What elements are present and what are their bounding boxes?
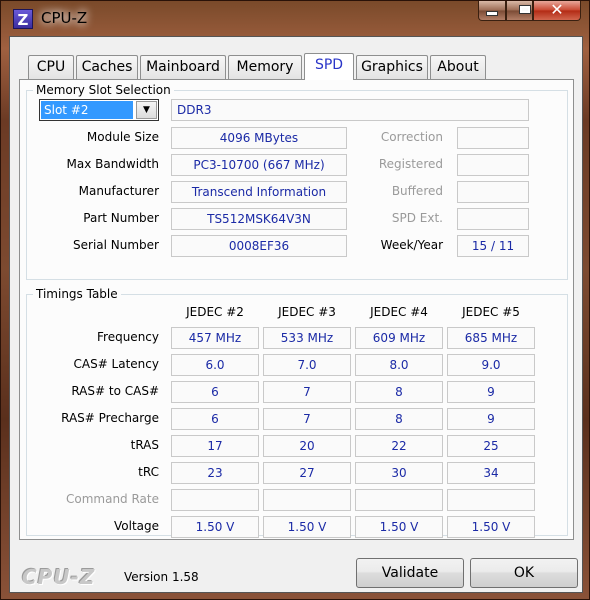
title-bar[interactable]: Z CPU-Z ✕ (1, 1, 590, 35)
serial-number-value: 0008EF36 (171, 235, 347, 257)
timing-cell: 9 (447, 381, 535, 403)
module-size-value: 4096 MBytes (171, 127, 347, 149)
buffered-value (457, 181, 529, 203)
window-title: CPU-Z (41, 9, 88, 27)
close-button[interactable]: ✕ (533, 1, 581, 21)
column-header: JEDEC #4 (370, 305, 428, 319)
minimize-button[interactable] (478, 1, 506, 21)
frequency-label: Frequency (97, 330, 159, 344)
correction-value (457, 127, 529, 149)
timing-cell: 23 (171, 462, 259, 484)
timing-cell (263, 489, 351, 511)
slot-select[interactable]: Slot #2 ▼ (39, 99, 159, 121)
trc-label: tRC (138, 465, 159, 479)
memory-slot-selection-title: Memory Slot Selection (33, 83, 174, 97)
slot-select-value: Slot #2 (41, 101, 133, 119)
ras-to-cas-label: RAS# to CAS# (71, 384, 159, 398)
timing-cell (355, 489, 443, 511)
spd-ext-label: SPD Ext. (391, 211, 443, 225)
tab-cpu[interactable]: CPU (28, 55, 74, 79)
validate-button[interactable]: Validate (356, 558, 464, 588)
manufacturer-label: Manufacturer (78, 184, 159, 198)
cpu-z-app-icon[interactable]: Z (13, 9, 33, 29)
column-header: JEDEC #3 (278, 305, 336, 319)
timing-cell: 6 (171, 381, 259, 403)
tab-about[interactable]: About (430, 55, 486, 79)
timing-cell: 533 MHz (263, 327, 351, 349)
timing-cell: 685 MHz (447, 327, 535, 349)
timing-cell (447, 489, 535, 511)
spd-panel: Memory Slot Selection Slot #2 ▼ DDR3 Mod… (19, 79, 574, 540)
part-number-label: Part Number (83, 211, 159, 225)
timing-cell: 6.0 (171, 354, 259, 376)
week-year-label: Week/Year (380, 238, 443, 252)
timing-cell: 1.50 V (171, 516, 259, 538)
timing-cell: 6 (171, 408, 259, 430)
tab-spd[interactable]: SPD (304, 53, 354, 80)
timing-cell: 30 (355, 462, 443, 484)
timing-cell: 1.50 V (263, 516, 351, 538)
timing-cell: 20 (263, 435, 351, 457)
tab-memory[interactable]: Memory (228, 55, 302, 79)
minimize-icon (486, 11, 498, 16)
timing-cell (171, 489, 259, 511)
chevron-down-icon[interactable]: ▼ (136, 101, 157, 119)
cpu-z-logo: CPU-Z (22, 565, 96, 589)
tab-graphics[interactable]: Graphics (356, 55, 428, 79)
timing-cell: 7.0 (263, 354, 351, 376)
voltage-label: Voltage (113, 519, 159, 533)
serial-number-label: Serial Number (73, 238, 159, 252)
column-header: JEDEC #2 (186, 305, 244, 319)
timing-cell: 8 (355, 381, 443, 403)
correction-label: Correction (380, 130, 443, 144)
memory-type-field: DDR3 (171, 99, 529, 121)
module-size-label: Module Size (86, 130, 159, 144)
timing-cell: 457 MHz (171, 327, 259, 349)
buffered-label: Buffered (391, 184, 443, 198)
client-area: CPU Caches Mainboard Memory SPD Graphics… (9, 36, 583, 593)
caption-buttons: ✕ (478, 1, 581, 23)
ras-precharge-label: RAS# Precharge (61, 411, 159, 425)
max-bandwidth-value: PC3-10700 (667 MHz) (171, 154, 347, 176)
timing-cell: 8 (355, 408, 443, 430)
command-rate-label: Command Rate (65, 492, 159, 506)
timing-cell: 7 (263, 381, 351, 403)
timing-cell: 609 MHz (355, 327, 443, 349)
timing-cell: 25 (447, 435, 535, 457)
registered-label: Registered (378, 157, 443, 171)
registered-value (457, 154, 529, 176)
tab-mainboard[interactable]: Mainboard (140, 55, 226, 79)
tras-label: tRAS (130, 438, 159, 452)
memory-slot-selection-group: Memory Slot Selection Slot #2 ▼ DDR3 Mod… (26, 83, 568, 280)
close-icon: ✕ (550, 0, 564, 19)
timing-cell: 1.50 V (447, 516, 535, 538)
cas-latency-label: CAS# Latency (73, 357, 159, 371)
maximize-button[interactable] (506, 1, 533, 21)
cpu-z-window: Z CPU-Z ✕ CPU Caches Mainboard Memory SP… (0, 0, 590, 600)
timing-cell: 27 (263, 462, 351, 484)
timing-cell: 34 (447, 462, 535, 484)
timing-cell: 9 (447, 408, 535, 430)
spd-ext-value (457, 208, 529, 230)
timing-cell: 17 (171, 435, 259, 457)
week-year-value: 15 / 11 (457, 235, 529, 257)
timing-cell: 7 (263, 408, 351, 430)
timing-cell: 1.50 V (355, 516, 443, 538)
ok-button[interactable]: OK (470, 558, 578, 588)
column-header: JEDEC #5 (462, 305, 520, 319)
maximize-icon (518, 5, 531, 14)
max-bandwidth-label: Max Bandwidth (66, 157, 159, 171)
part-number-value: TS512MSK64V3N (171, 208, 347, 230)
timing-cell: 9.0 (447, 354, 535, 376)
tab-caches[interactable]: Caches (76, 55, 138, 79)
timings-table-title: Timings Table (33, 287, 121, 301)
version-label: Version 1.58 (124, 570, 199, 584)
timings-table-group: Timings Table JEDEC #2 JEDEC #3 JEDEC #4… (26, 287, 568, 538)
manufacturer-value: Transcend Information (171, 181, 347, 203)
timing-cell: 8.0 (355, 354, 443, 376)
timing-cell: 22 (355, 435, 443, 457)
